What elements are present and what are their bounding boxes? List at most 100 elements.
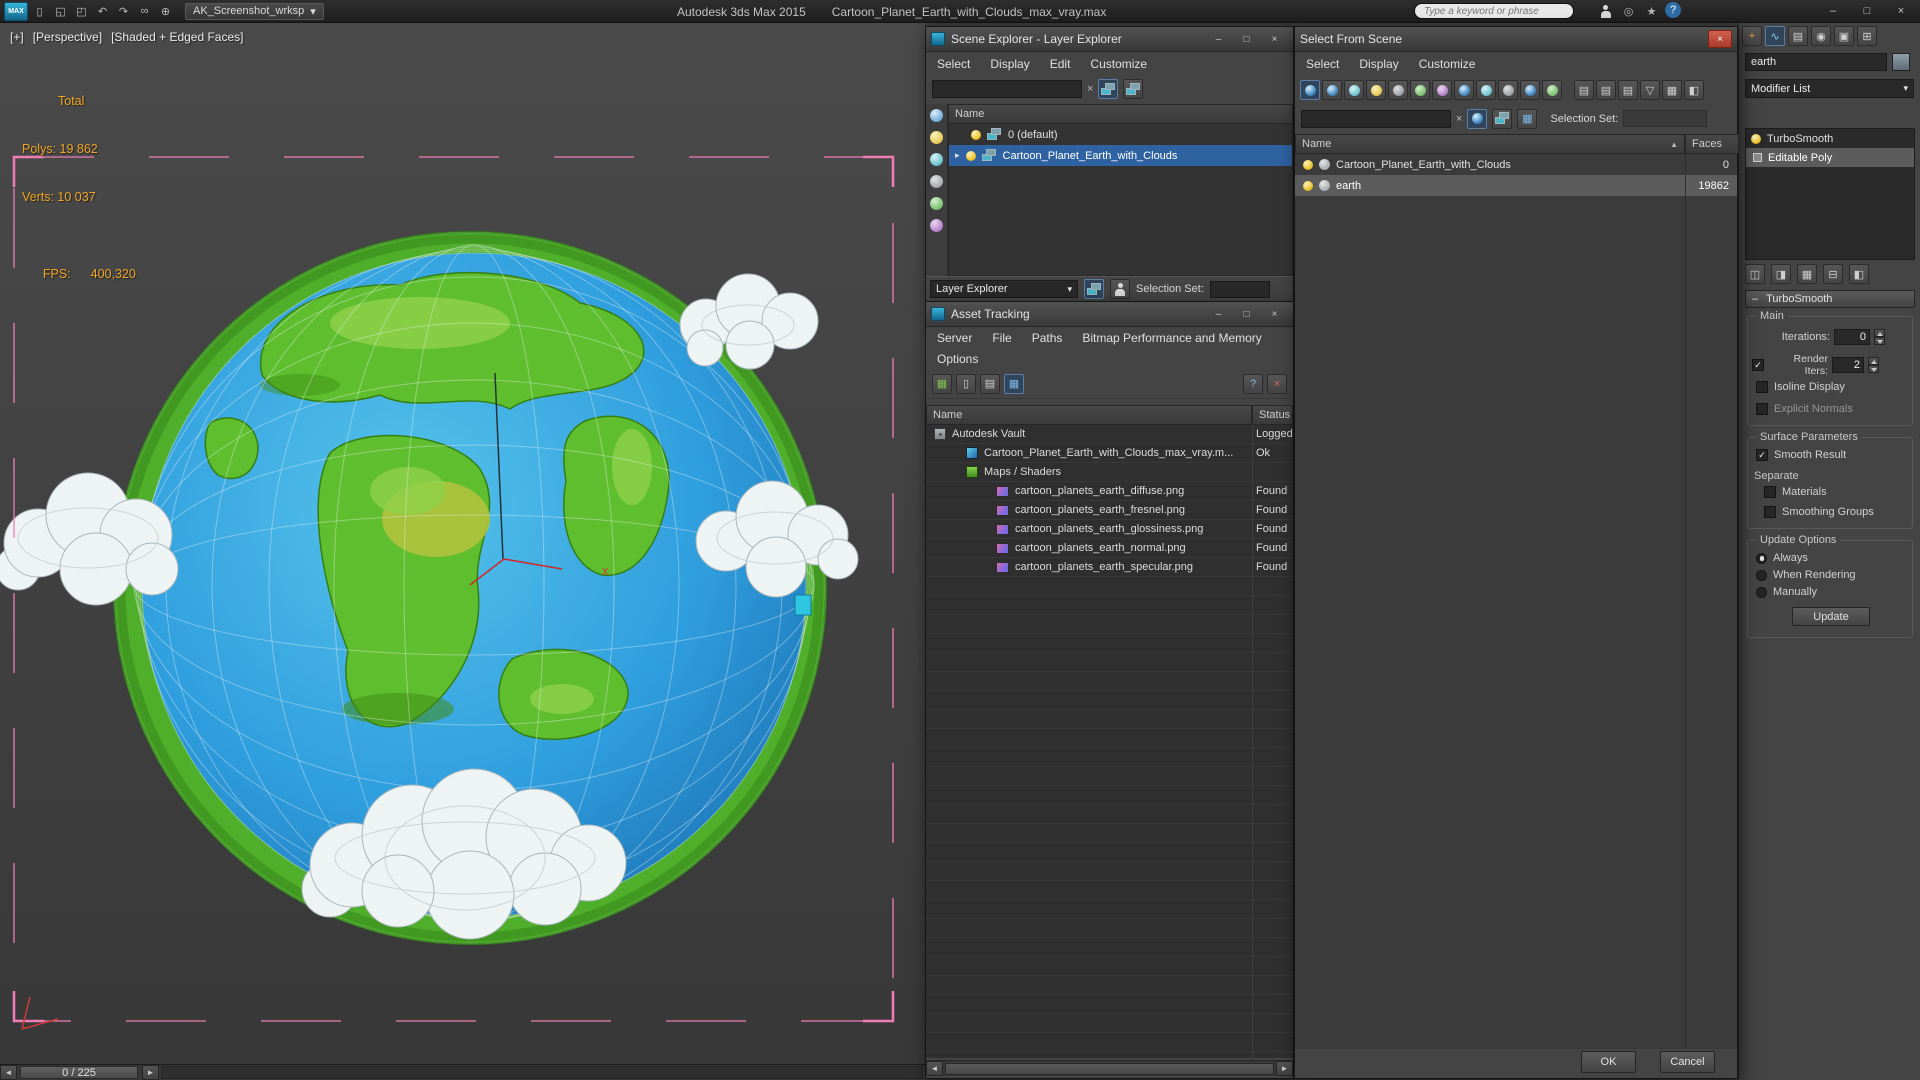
visibility-bulb-icon[interactable] [1303, 180, 1313, 191]
modifier-enabled-bulb-icon[interactable] [1751, 133, 1761, 144]
open-file-icon[interactable]: ◱ [51, 2, 70, 21]
menu-customize[interactable]: Customize [1090, 57, 1147, 71]
smooth-result-checkbox[interactable]: ✓ [1756, 449, 1768, 461]
filter-cameras-icon[interactable] [930, 175, 943, 188]
link-icon[interactable]: ∞ [135, 2, 154, 21]
minimize-button[interactable]: – [1816, 0, 1850, 21]
at-status-column-header[interactable]: Status [1252, 405, 1293, 425]
asset-row[interactable]: cartoon_planets_earth_normal.png Found [926, 539, 1293, 558]
turbosmooth-rollout-header[interactable]: – TurboSmooth [1745, 290, 1915, 308]
close-button[interactable]: × [1884, 0, 1918, 21]
asset-row[interactable]: cartoon_planets_earth_diffuse.png Found [926, 482, 1293, 501]
display-spacewarps-icon[interactable] [1432, 80, 1452, 100]
modifier-row-editable-poly[interactable]: Editable Poly [1746, 148, 1914, 167]
render-iters-field[interactable]: 2 [1832, 357, 1864, 373]
menu-display[interactable]: Display [990, 57, 1029, 71]
asset-tracking-titlebar[interactable]: Asset Tracking – □ × [926, 302, 1293, 327]
explicit-normals-checkbox[interactable] [1756, 403, 1768, 415]
selection-set-field[interactable] [1209, 280, 1270, 298]
sfs-name-column-header[interactable]: Name ▲ [1295, 134, 1685, 154]
isoline-display-checkbox[interactable] [1756, 381, 1768, 393]
select-mode-icon[interactable] [1467, 108, 1488, 129]
selection-set-icon[interactable] [1110, 279, 1130, 299]
workspace-dropdown[interactable]: AK_Screenshot_wrksp ▾ [185, 2, 324, 20]
filter-shapes-icon[interactable] [930, 153, 943, 166]
max-logo[interactable]: MAX [4, 1, 28, 21]
help-icon[interactable]: ? [1665, 2, 1681, 18]
clear-search-icon[interactable]: × [1087, 83, 1093, 95]
name-column-header[interactable]: Name [948, 104, 1293, 124]
asset-row[interactable]: cartoon_planets_earth_fresnel.png Found [926, 501, 1293, 520]
scroll-right-icon[interactable]: ► [1276, 1061, 1293, 1076]
scene-object-row-selected[interactable]: earth 19862 [1295, 175, 1737, 196]
display-geometry-icon[interactable] [1322, 80, 1342, 100]
report-icon[interactable]: ▯ [956, 373, 976, 394]
smoothing-groups-checkbox[interactable] [1764, 506, 1776, 518]
configure-modifier-sets-icon[interactable]: ◧ [1849, 264, 1869, 284]
refresh-status-icon[interactable]: ▦ [932, 373, 952, 394]
table-view-icon[interactable]: ▦ [1004, 373, 1024, 394]
scroll-left-icon[interactable]: ◄ [926, 1061, 943, 1076]
asset-row[interactable]: cartoon_planets_earth_glossiness.png Fou… [926, 520, 1293, 539]
viewport-pov-menu[interactable]: [Perspective] [33, 30, 102, 44]
always-radio[interactable] [1756, 552, 1767, 564]
display-cameras-icon[interactable] [1388, 80, 1408, 100]
tab-hierarchy-icon[interactable]: ▤ [1788, 26, 1808, 46]
visibility-bulb-icon[interactable] [965, 150, 976, 161]
display-groups-icon[interactable] [1454, 80, 1474, 100]
menu-edit[interactable]: Edit [1050, 57, 1071, 71]
details-icon[interactable]: ▤ [980, 373, 1000, 394]
show-end-result-icon[interactable]: ◨ [1771, 264, 1791, 284]
display-bones-icon[interactable] [1498, 80, 1518, 100]
display-shapes-icon[interactable] [1344, 80, 1364, 100]
menu-server[interactable]: Server [937, 331, 972, 345]
scene-object-row[interactable]: Cartoon_Planet_Earth_with_Clouds 0 [1295, 154, 1737, 175]
expand-arrow-icon[interactable]: ▸ [955, 150, 960, 161]
menu-display[interactable]: Display [1359, 57, 1398, 71]
layer-mode-icon[interactable] [1098, 79, 1119, 99]
asset-row[interactable]: cartoon_planets_earth_specular.png Found [926, 558, 1293, 577]
display-helpers-icon[interactable] [1410, 80, 1430, 100]
menu-customize[interactable]: Customize [1419, 57, 1476, 71]
cancel-button[interactable]: Cancel [1660, 1051, 1715, 1073]
scene-explorer-titlebar[interactable]: Scene Explorer - Layer Explorer – □ × [926, 27, 1293, 52]
tab-create-icon[interactable]: + [1742, 26, 1762, 46]
new-scene-icon[interactable]: ▯ [30, 2, 49, 21]
time-slider-track[interactable] [161, 1066, 923, 1079]
horizontal-scrollbar-thumb[interactable] [945, 1062, 1274, 1075]
iterations-field[interactable]: 0 [1834, 329, 1870, 345]
select-from-scene-titlebar[interactable]: Select From Scene × [1295, 27, 1737, 52]
explorer-search-input[interactable] [932, 80, 1082, 98]
filter-helpers-icon[interactable] [930, 197, 943, 210]
stack-mode-icon[interactable] [1492, 108, 1513, 129]
column-chooser-icon[interactable]: ▤ [1596, 80, 1616, 100]
perspective-viewport[interactable]: x [+] [Perspective] [Shaded + Edged Face… [0, 23, 925, 1064]
undo-icon[interactable]: ↶ [93, 2, 112, 21]
filter-funnel-icon[interactable]: ▽ [1640, 80, 1660, 100]
layer-row-selected[interactable]: ▸ Cartoon_Planet_Earth_with_Clouds [949, 145, 1292, 166]
filter-geometry-icon[interactable] [930, 109, 943, 122]
clear-search-icon[interactable]: × [1456, 113, 1462, 125]
list-view-icon[interactable]: ▤ [1574, 80, 1594, 100]
asset-row[interactable]: Autodesk Vault Logged [926, 425, 1293, 444]
selection-set-field[interactable] [1623, 110, 1708, 127]
filter-lights-icon[interactable] [930, 131, 943, 144]
iterations-spinner[interactable] [1874, 329, 1885, 345]
pin-stack-icon[interactable]: ◫ [1745, 264, 1765, 284]
render-iters-spinner[interactable] [1868, 357, 1879, 373]
tab-modify-icon[interactable]: ∿ [1765, 26, 1785, 46]
selection-filter-icon[interactable]: ⊕ [156, 2, 175, 21]
render-iters-checkbox[interactable]: ✓ [1752, 359, 1764, 371]
cloud-top-right[interactable] [679, 273, 819, 370]
display-xrefs-icon[interactable] [1476, 80, 1496, 100]
layer-explorer-toggle-icon[interactable] [1084, 279, 1104, 299]
when-rendering-radio[interactable] [1756, 569, 1767, 581]
visibility-bulb-icon[interactable] [1303, 159, 1313, 170]
tab-utilities-icon[interactable]: ⊞ [1857, 26, 1877, 46]
find-input[interactable] [1301, 109, 1451, 128]
materials-checkbox[interactable] [1764, 486, 1776, 498]
at-name-column-header[interactable]: Name [926, 405, 1252, 425]
next-frame-button[interactable]: ► [142, 1065, 159, 1080]
asset-row[interactable]: Cartoon_Planet_Earth_with_Clouds_max_vra… [926, 444, 1293, 463]
help-gear-icon[interactable]: ? [1243, 373, 1263, 394]
